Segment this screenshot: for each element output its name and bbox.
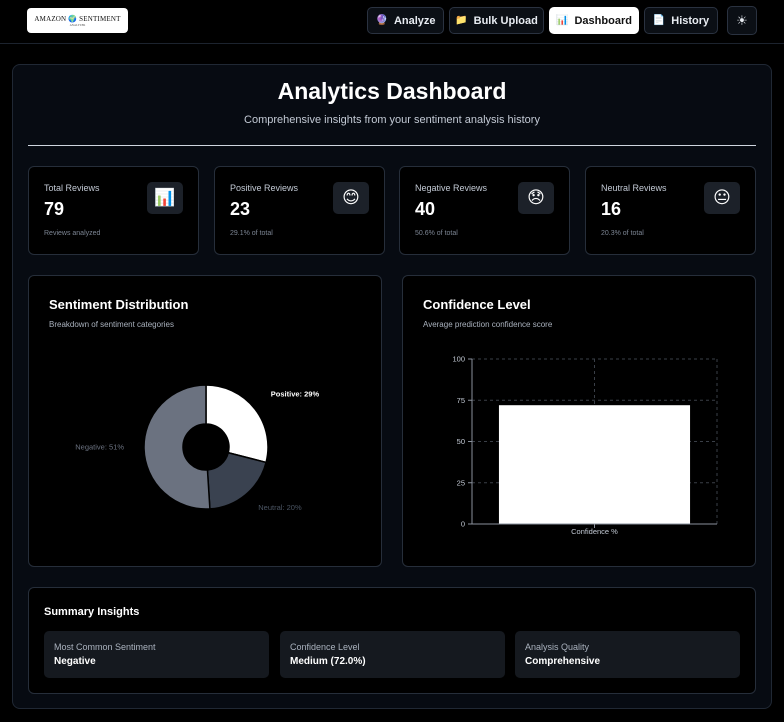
logo-subtext: ANALYZER [69, 22, 86, 27]
neutral-face-icon: 😐 [704, 182, 740, 214]
insight-analysis-quality: Analysis Quality Comprehensive [515, 631, 740, 678]
nav-history-label: History [671, 14, 710, 27]
bar-confidence [498, 405, 691, 524]
smiling-face-icon: 😊 [333, 182, 369, 214]
stat-value: 23 [230, 199, 251, 219]
y-tick-label: 0 [461, 520, 465, 529]
stat-value: 16 [601, 199, 622, 219]
stat-value: 79 [44, 199, 65, 219]
insight-most-common-sentiment: Most Common Sentiment Negative [44, 631, 269, 678]
logo-text: AMAZON 🌍 SENTIMENT [34, 14, 121, 23]
insight-confidence-level: Confidence Level Medium (72.0%) [280, 631, 505, 678]
confidence-level-card: Confidence Level Average prediction conf… [402, 275, 756, 567]
header-divider [28, 145, 756, 146]
stat-label: Total Reviews [44, 183, 100, 193]
pie-label-negative: Negative: 51% [75, 443, 124, 452]
summary-title: Summary Insights [44, 606, 140, 618]
sun-icon: ☀ [736, 12, 748, 28]
y-tick-label: 50 [457, 437, 465, 446]
nav-analyze-button[interactable]: 🔮 Analyze [367, 7, 444, 34]
page-title: Analytics Dashboard [277, 78, 507, 104]
stat-value: 40 [415, 199, 436, 219]
top-navigation-bar: AMAZON 🌍 SENTIMENT ANALYZER 🔮 Analyze 📁 … [0, 0, 784, 44]
pie-slice-negative [143, 384, 211, 510]
stat-card-total: Total Reviews 79 Reviews analyzed 📊 [28, 166, 199, 255]
insight-value: Negative [54, 656, 96, 667]
y-tick-label: 75 [457, 396, 465, 405]
stat-note: 50.6% of total [415, 230, 458, 237]
insight-label: Confidence Level [290, 642, 360, 652]
stat-note: 20.3% of total [601, 230, 644, 237]
app-logo[interactable]: AMAZON 🌍 SENTIMENT ANALYZER [27, 8, 128, 33]
nav-history-button[interactable]: 📄 History [644, 7, 718, 34]
sentiment-distribution-card: Sentiment Distribution Breakdown of sent… [28, 275, 382, 567]
sad-face-icon: 😞 [518, 182, 554, 214]
nav-dashboard-button[interactable]: 📊 Dashboard [549, 7, 639, 34]
bar-chart-icon: 📊 [147, 182, 183, 214]
y-tick-label: 25 [457, 478, 465, 487]
stat-label: Positive Reviews [230, 183, 299, 193]
insight-label: Most Common Sentiment [54, 642, 156, 652]
insight-value: Medium (72.0%) [290, 656, 366, 667]
stat-label: Neutral Reviews [601, 183, 667, 193]
insight-label: Analysis Quality [525, 642, 590, 652]
nav-bulk-upload-button[interactable]: 📁 Bulk Upload [449, 7, 544, 34]
nav-analyze-label: Analyze [393, 14, 436, 27]
pie-label-positive: Positive: 29% [271, 390, 320, 399]
pie-slice-positive [205, 384, 269, 464]
stat-card-neutral: Neutral Reviews 16 20.3% of total 😐 [585, 166, 756, 255]
stat-note: Reviews analyzed [44, 230, 101, 237]
page-subtitle: Comprehensive insights from your sentime… [244, 114, 540, 126]
folder-icon: 📁 [455, 14, 468, 26]
pie-slice-neutral [206, 451, 267, 510]
stat-note: 29.1% of total [230, 230, 273, 237]
stat-card-positive: Positive Reviews 23 29.1% of total 😊 [214, 166, 385, 255]
x-tick-label: Confidence % [571, 527, 618, 536]
summary-insights-card: Summary Insights Most Common Sentiment N… [28, 587, 756, 694]
stat-label: Negative Reviews [415, 183, 488, 193]
nav-bulk-upload-label: Bulk Upload [473, 14, 538, 27]
document-icon: 📄 [652, 14, 666, 26]
theme-toggle-button[interactable]: ☀ [727, 6, 757, 35]
bar-chart-icon: 📊 [556, 14, 569, 26]
sentiment-pie-chart: Positive: 29% Neutral: 20% Negative: 51% [75, 384, 320, 512]
pie-label-neutral: Neutral: 20% [258, 503, 302, 512]
insight-value: Comprehensive [525, 656, 601, 667]
nav-dashboard-label: Dashboard [574, 14, 632, 27]
crystal-ball-icon: 🔮 [375, 14, 388, 26]
confidence-bar-chart: 0 25 50 75 100 Confidence % [452, 355, 718, 536]
stat-card-negative: Negative Reviews 40 50.6% of total 😞 [399, 166, 570, 255]
y-tick-label: 100 [452, 355, 465, 364]
